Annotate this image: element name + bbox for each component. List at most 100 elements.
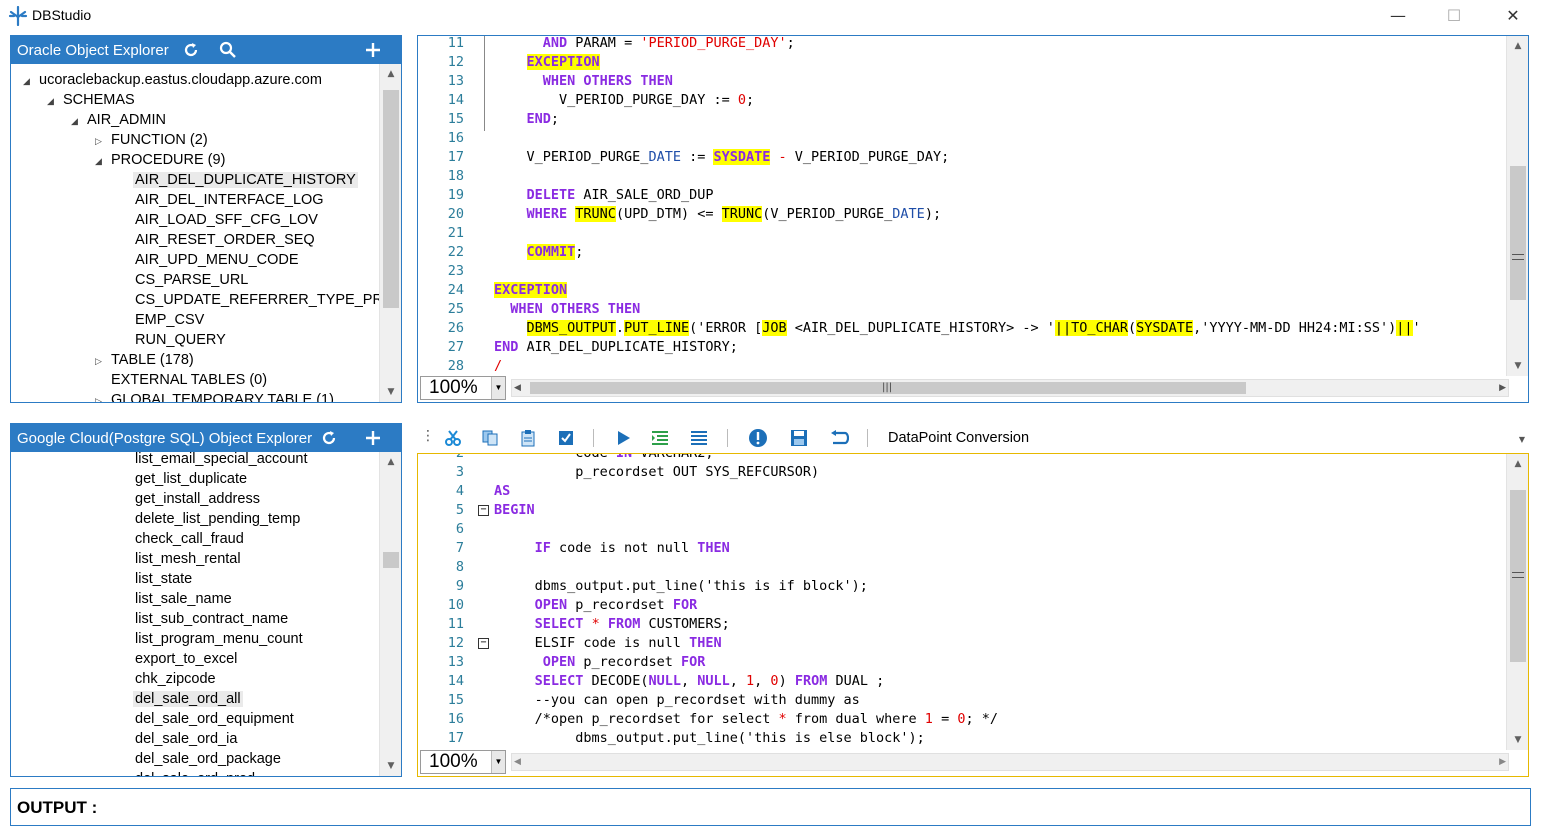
scroll-down-icon[interactable]: ▼ bbox=[1507, 358, 1528, 374]
code-line[interactable]: END AIR_DEL_DUPLICATE_HISTORY; bbox=[494, 338, 738, 357]
code-line[interactable]: V_PERIOD_PURGE_DATE := SYSDATE - V_PERIO… bbox=[494, 148, 949, 167]
scroll-up-icon[interactable]: ▲ bbox=[1507, 456, 1528, 472]
code-line[interactable]: OPEN p_recordset FOR bbox=[494, 596, 698, 615]
code-line[interactable]: COMMIT; bbox=[494, 243, 583, 262]
code-line[interactable]: IF code is not null THEN bbox=[494, 539, 730, 558]
list-item[interactable]: list_sale_name bbox=[133, 589, 234, 609]
list-item[interactable]: del_sale_ord_equipment bbox=[133, 709, 296, 729]
scroll-thumb[interactable] bbox=[1510, 166, 1526, 300]
tree-node[interactable]: ▷ GLOBAL TEMPORARY TABLE (1) bbox=[95, 390, 336, 402]
code-line[interactable]: EXCEPTION bbox=[494, 281, 568, 300]
refresh-icon[interactable] bbox=[317, 426, 341, 450]
list-item[interactable]: del_sale_ord_package bbox=[133, 749, 283, 769]
postgres-editor-hscroll[interactable]: ◀ ▶ bbox=[511, 753, 1509, 771]
code-line[interactable]: --you can open p_recordset with dummy as bbox=[494, 691, 860, 710]
code-line[interactable]: p_recordset OUT SYS_REFCURSOR) bbox=[494, 463, 819, 482]
expanded-arrow-icon[interactable]: ◢ bbox=[47, 91, 61, 111]
add-icon[interactable] bbox=[361, 38, 385, 62]
oracle-code-editor[interactable]: 11 12 13 14 15 16 17 18 19 20 21 22 23 24 25 26 27 28 AND… bbox=[418, 36, 1508, 376]
outdent-button[interactable] bbox=[687, 426, 711, 450]
close-button[interactable]: ✕ bbox=[1490, 0, 1536, 30]
list-item[interactable]: check_call_fraud bbox=[133, 529, 246, 549]
tree-node[interactable]: RUN_QUERY bbox=[119, 330, 228, 350]
list-item[interactable]: list_email_special_account bbox=[133, 452, 310, 469]
refresh-icon[interactable] bbox=[179, 38, 203, 62]
datapoint-conversion-button[interactable]: DataPoint Conversion bbox=[888, 430, 1029, 446]
tree-node[interactable]: ◢ SCHEMAS bbox=[47, 90, 137, 110]
code-line[interactable]: /*open p_recordset for select * from dua… bbox=[494, 710, 998, 729]
collapsed-arrow-icon[interactable]: ▷ bbox=[95, 131, 109, 151]
maximize-button[interactable]: ☐ bbox=[1431, 0, 1477, 30]
overflow-chevron-icon[interactable]: ▼ bbox=[1519, 435, 1525, 444]
scroll-left-icon[interactable]: ◀ bbox=[514, 380, 521, 396]
oracle-zoom-select[interactable]: 100% ▼ bbox=[420, 376, 506, 400]
oracle-editor-vscroll[interactable]: ▲ ▼ bbox=[1506, 36, 1528, 376]
list-item[interactable]: del_sale_ord_prod bbox=[133, 769, 257, 776]
expanded-arrow-icon[interactable]: ◢ bbox=[95, 151, 109, 171]
postgres-zoom-select[interactable]: 100% ▼ bbox=[420, 750, 506, 774]
collapsed-arrow-icon[interactable]: ▷ bbox=[95, 351, 109, 371]
list-item[interactable]: export_to_excel bbox=[133, 649, 239, 669]
list-item[interactable]: list_state bbox=[133, 569, 194, 589]
tree-node[interactable]: AIR_DEL_INTERFACE_LOG bbox=[119, 190, 326, 210]
chevron-down-icon[interactable]: ▼ bbox=[491, 377, 505, 399]
postgres-code-editor[interactable]: 234567891011121314151617 −− code IN VARC… bbox=[418, 454, 1508, 750]
expanded-arrow-icon[interactable]: ◢ bbox=[71, 111, 85, 131]
list-item[interactable]: list_mesh_rental bbox=[133, 549, 243, 569]
code-line[interactable]: SELECT DECODE(NULL, NULL, 1, 0) FROM DUA… bbox=[494, 672, 885, 691]
select-all-button[interactable] bbox=[554, 426, 578, 450]
postgres-code-text[interactable]: code IN VARCHAR2, p_recordset OUT SYS_RE… bbox=[494, 454, 1508, 750]
list-item[interactable]: del_sale_ord_all bbox=[133, 689, 243, 709]
scroll-down-icon[interactable]: ▼ bbox=[380, 758, 401, 774]
tree-node[interactable]: CS_UPDATE_REFERRER_TYPE_PROC bbox=[119, 290, 379, 310]
list-item[interactable]: list_program_menu_count bbox=[133, 629, 305, 649]
copy-button[interactable] bbox=[478, 426, 502, 450]
code-line[interactable]: V_PERIOD_PURGE_DAY := 0; bbox=[494, 91, 754, 110]
indent-button[interactable] bbox=[648, 426, 672, 450]
oracle-editor-hscroll[interactable]: ◀ ||| ▶ bbox=[511, 379, 1509, 397]
tree-node[interactable]: ◢ PROCEDURE (9) bbox=[95, 150, 227, 170]
search-icon[interactable] bbox=[216, 38, 240, 62]
add-icon[interactable] bbox=[361, 426, 385, 450]
scroll-down-icon[interactable]: ▼ bbox=[1507, 732, 1528, 748]
list-item[interactable]: chk_zipcode bbox=[133, 669, 218, 689]
code-line[interactable]: BEGIN bbox=[494, 501, 535, 520]
code-line[interactable]: WHEN OTHERS THEN bbox=[494, 300, 640, 319]
scroll-up-icon[interactable]: ▲ bbox=[380, 66, 401, 82]
scroll-thumb[interactable] bbox=[383, 90, 399, 308]
oracle-code-text[interactable]: AND PARAM = 'PERIOD_PURGE_DAY'; EXCEPTIO… bbox=[494, 36, 1508, 376]
code-line[interactable]: SELECT * FROM CUSTOMERS; bbox=[494, 615, 730, 634]
postgres-tree-scrollbar[interactable]: ▲ ▼ bbox=[379, 452, 401, 776]
cut-button[interactable] bbox=[441, 426, 465, 450]
code-line[interactable]: AND PARAM = 'PERIOD_PURGE_DAY'; bbox=[494, 36, 795, 53]
list-item[interactable]: del_sale_ord_ia bbox=[133, 729, 239, 749]
code-line[interactable]: EXCEPTION bbox=[494, 53, 600, 72]
scroll-up-icon[interactable]: ▲ bbox=[380, 454, 401, 470]
scroll-down-icon[interactable]: ▼ bbox=[380, 384, 401, 400]
tree-node[interactable]: AIR_DEL_DUPLICATE_HISTORY bbox=[119, 170, 358, 190]
code-line[interactable]: code IN VARCHAR2, bbox=[494, 454, 713, 463]
code-line[interactable]: END; bbox=[494, 110, 560, 129]
run-button[interactable] bbox=[611, 426, 635, 450]
list-item[interactable]: list_sub_contract_name bbox=[133, 609, 290, 629]
scroll-thumb[interactable] bbox=[383, 552, 399, 568]
fold-toggle-icon[interactable]: − bbox=[478, 505, 489, 516]
code-line[interactable]: dbms_output.put_line('this is else block… bbox=[494, 729, 925, 748]
scroll-right-icon[interactable]: ▶ bbox=[1499, 380, 1506, 396]
oracle-tree-scrollbar[interactable]: ▲ ▼ bbox=[379, 64, 401, 402]
tree-node[interactable]: ▷ FUNCTION (2) bbox=[95, 130, 210, 150]
code-line[interactable]: OPEN p_recordset FOR bbox=[494, 653, 706, 672]
code-line[interactable]: AS bbox=[494, 482, 510, 501]
scroll-left-icon[interactable]: ◀ bbox=[514, 754, 521, 770]
tree-node[interactable]: AIR_RESET_ORDER_SEQ bbox=[119, 230, 317, 250]
code-line[interactable]: dbms_output.put_line('this is if block')… bbox=[494, 577, 868, 596]
fold-toggle-icon[interactable]: − bbox=[478, 638, 489, 649]
tree-node[interactable]: AIR_UPD_MENU_CODE bbox=[119, 250, 301, 270]
tree-node[interactable]: CS_PARSE_URL bbox=[119, 270, 250, 290]
scroll-right-icon[interactable]: ▶ bbox=[1499, 754, 1506, 770]
tree-node[interactable]: EMP_CSV bbox=[119, 310, 206, 330]
postgres-editor-vscroll[interactable]: ▲ ▼ bbox=[1506, 454, 1528, 750]
code-line[interactable]: DELETE AIR_SALE_ORD_DUP bbox=[494, 186, 714, 205]
code-line[interactable]: WHERE TRUNC(UPD_DTM) <= TRUNC(V_PERIOD_P… bbox=[494, 205, 941, 224]
code-line[interactable]: DBMS_OUTPUT.PUT_LINE('ERROR [JOB <AIR_DE… bbox=[494, 319, 1421, 338]
